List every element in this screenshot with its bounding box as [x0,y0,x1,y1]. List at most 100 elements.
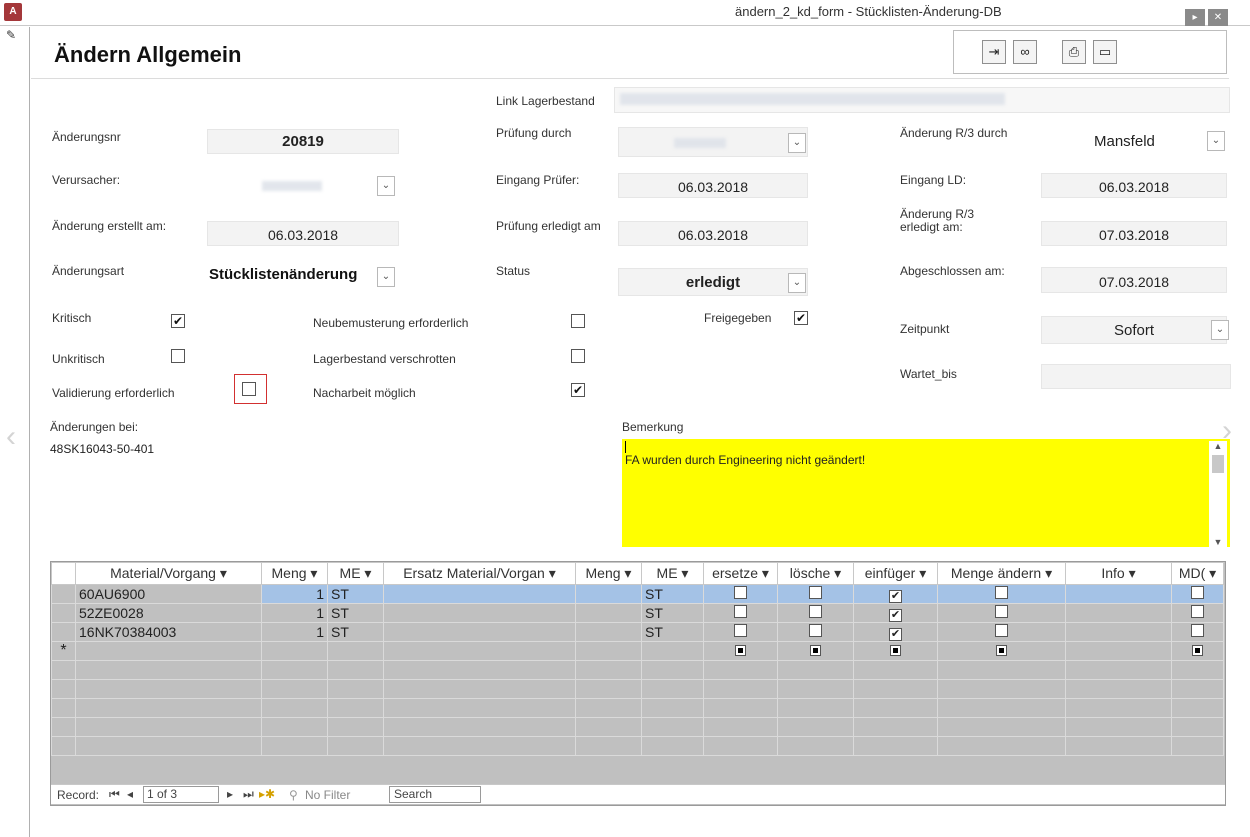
chevron-down-icon[interactable]: ⌄ [788,133,806,153]
col-header-einfueger[interactable]: einfüger ▾ [853,562,938,585]
col-header-material[interactable]: Material/Vorgang ▾ [75,562,262,585]
col-header-loesche[interactable]: lösche ▾ [777,562,854,585]
wartet-bis-field[interactable] [1041,364,1231,389]
close-icon[interactable]: ✕ [1208,9,1228,26]
bemerkung-textarea[interactable]: FA wurden durch Engineering nicht geände… [622,439,1230,547]
form-icon[interactable]: ▭ [1093,40,1117,64]
eingang-ld-field[interactable]: 06.03.2018 [1041,173,1227,198]
meng2-cell[interactable] [575,622,642,642]
null-checkbox[interactable] [1192,645,1203,656]
zeitpunkt-combo[interactable]: Sofort [1041,316,1227,344]
search-input[interactable]: Search [389,786,481,803]
next-record-icon[interactable]: ▸ [227,787,233,801]
eingang-pruefer-field[interactable]: 06.03.2018 [618,173,808,198]
md-cell[interactable] [1171,641,1224,661]
scroll-down-icon[interactable]: ▼ [1209,537,1227,547]
ersetze-checkbox[interactable] [734,624,747,637]
einfueger-cell[interactable]: ✔ [853,603,938,623]
md-checkbox[interactable] [1191,586,1204,599]
col-header-me2[interactable]: ME ▾ [641,562,704,585]
info-cell[interactable] [1065,603,1172,623]
kritisch-checkbox[interactable]: ✔ [171,314,185,328]
freigegeben-checkbox[interactable]: ✔ [794,311,808,325]
menge-aendern-cell[interactable] [937,603,1066,623]
chevron-down-icon[interactable]: ⌄ [788,273,806,293]
aenderungsart-combo[interactable]: Stücklistenänderung [209,266,357,283]
nacharbeit-checkbox[interactable]: ✔ [571,383,585,397]
table-row[interactable]: 60AU6900 1 ST ST ✔ [51,584,1224,604]
null-checkbox[interactable] [735,645,746,656]
loesche-checkbox[interactable] [809,605,822,618]
material-cell[interactable]: 16NK70384003 [75,622,262,642]
chevron-down-icon[interactable]: ⌄ [377,176,395,196]
ersetze-cell[interactable] [703,584,778,604]
meng-cell[interactable]: 1 [261,584,328,604]
menge-aendern-checkbox[interactable] [995,586,1008,599]
filter-icon[interactable]: ⚲ [289,788,298,802]
einfueger-checkbox[interactable]: ✔ [889,627,902,641]
ersetze-checkbox[interactable] [734,586,747,599]
loesche-cell[interactable] [777,641,854,661]
last-record-icon[interactable]: ⏭ [243,787,254,802]
row-selector[interactable] [51,603,76,623]
col-header-meng2[interactable]: Meng ▾ [575,562,642,585]
neubemusterung-checkbox[interactable] [571,314,585,328]
me-cell[interactable] [327,641,384,661]
table-row[interactable]: 52ZE0028 1 ST ST ✔ [51,603,1224,623]
record-position-input[interactable]: 1 of 3 [143,786,219,803]
restore-icon[interactable]: ▸ [1185,9,1205,26]
col-header-meng[interactable]: Meng ▾ [261,562,328,585]
select-all-corner[interactable] [51,562,76,585]
scroll-thumb[interactable] [1212,455,1224,473]
aenderung-r3-durch-combo[interactable]: Mansfeld [1041,127,1227,157]
bemerkung-scrollbar[interactable]: ▲ ▼ [1209,441,1227,547]
me2-cell[interactable]: ST [641,622,704,642]
md-cell[interactable] [1171,584,1224,604]
status-combo[interactable]: erledigt [618,268,808,296]
meng2-cell[interactable] [575,641,642,661]
einfueger-checkbox[interactable]: ✔ [889,589,902,603]
abgeschlossen-field[interactable]: 07.03.2018 [1041,267,1227,293]
new-record-row[interactable]: * [51,641,1224,661]
table-row[interactable]: 16NK70384003 1 ST ST ✔ [51,622,1224,642]
col-header-ersetze[interactable]: ersetze ▾ [703,562,778,585]
einfueger-checkbox[interactable]: ✔ [889,608,902,622]
meng-cell[interactable] [261,641,328,661]
loesche-cell[interactable] [777,603,854,623]
me-cell[interactable]: ST [327,603,384,623]
chevron-down-icon[interactable]: ⌄ [1211,320,1229,340]
meng2-cell[interactable] [575,584,642,604]
row-selector[interactable] [51,584,76,604]
previous-record-arrow-icon[interactable]: ‹ [6,420,16,454]
col-header-me[interactable]: ME ▾ [327,562,384,585]
menge-aendern-checkbox[interactable] [995,624,1008,637]
me-cell[interactable]: ST [327,622,384,642]
col-header-info[interactable]: Info ▾ [1065,562,1172,585]
md-cell[interactable] [1171,603,1224,623]
col-header-md[interactable]: MD( ▾ [1171,562,1224,585]
loesche-checkbox[interactable] [809,586,822,599]
new-record-nav-icon[interactable]: ▸✱ [259,787,275,801]
info-cell[interactable] [1065,622,1172,642]
menge-aendern-checkbox[interactable] [995,605,1008,618]
aenderungen-bei-textarea[interactable]: 48SK16043-50-401 [48,439,608,549]
aenderungsnr-field[interactable]: 20819 [207,129,399,154]
loesche-cell[interactable] [777,584,854,604]
null-checkbox[interactable] [810,645,821,656]
meng-cell[interactable]: 1 [261,622,328,642]
pruefung-erledigt-field[interactable]: 06.03.2018 [618,221,808,246]
md-checkbox[interactable] [1191,605,1204,618]
unkritisch-checkbox[interactable] [171,349,185,363]
lagerbestand-verschrotten-checkbox[interactable] [571,349,585,363]
null-checkbox[interactable] [890,645,901,656]
ersatz-cell[interactable] [383,603,576,623]
col-header-ersatz[interactable]: Ersatz Material/Vorgan ▾ [383,562,576,585]
einfueger-cell[interactable]: ✔ [853,584,938,604]
me2-cell[interactable]: ST [641,603,704,623]
menge-aendern-cell[interactable] [937,622,1066,642]
menge-aendern-cell[interactable] [937,641,1066,661]
md-cell[interactable] [1171,622,1224,642]
me-cell[interactable]: ST [327,584,384,604]
info-cell[interactable] [1065,584,1172,604]
ersetze-cell[interactable] [703,622,778,642]
